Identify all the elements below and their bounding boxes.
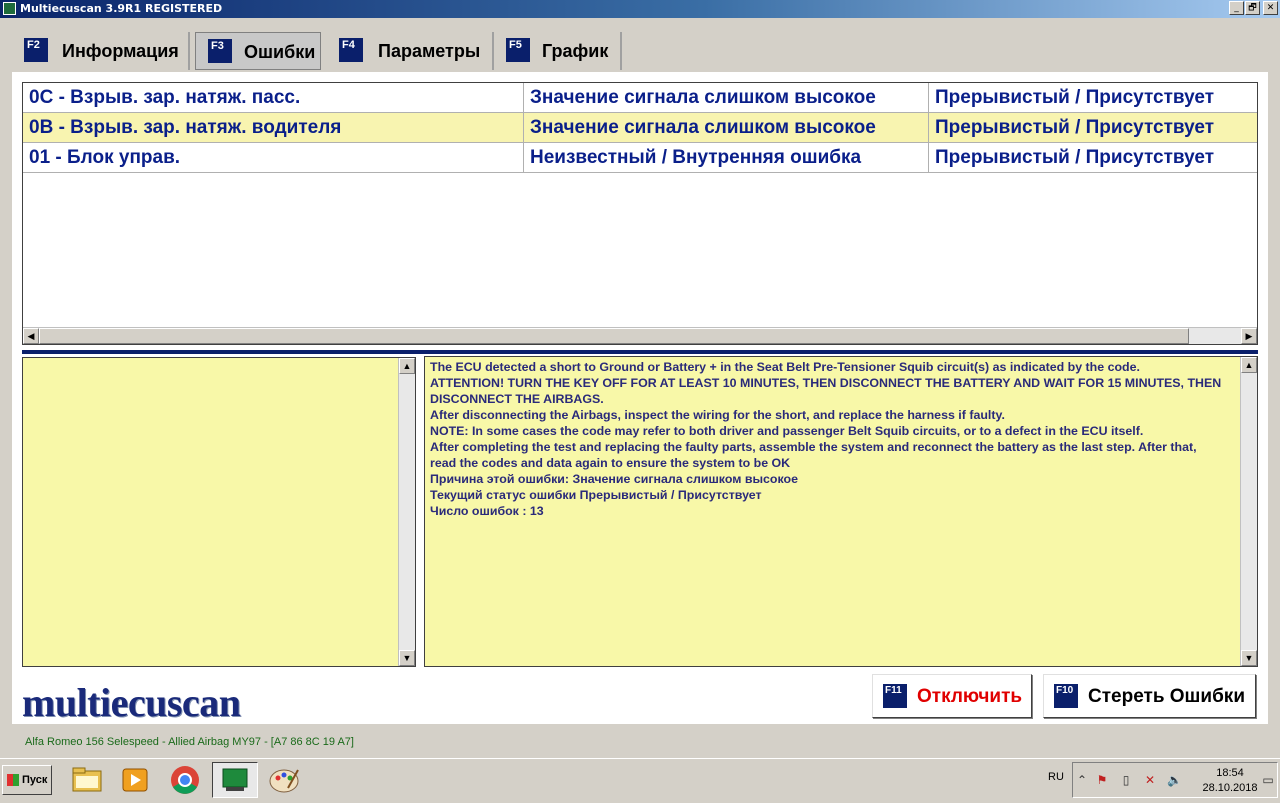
show-desktop-icon[interactable]: ▭ <box>1261 773 1275 787</box>
detail-line: ATTENTION! TURN THE KEY OFF FOR AT LEAST… <box>430 376 1225 406</box>
fault-details-text: The ECU detected a short to Ground or Ba… <box>430 359 1222 519</box>
scroll-up-icon[interactable]: ▲ <box>399 358 415 374</box>
detail-line: Число ошибок : 13 <box>430 504 544 518</box>
info-panel: ▲ ▼ <box>22 357 416 667</box>
tab-graph[interactable]: F5 График <box>494 32 622 70</box>
fault-description: Значение сигнала слишком высокое <box>524 113 929 142</box>
scroll-right-icon[interactable]: ▶ <box>1241 328 1257 344</box>
scroll-down-icon[interactable]: ▼ <box>399 650 415 666</box>
tab-key-f4: F4 <box>339 38 363 62</box>
clock[interactable]: 18:54 28.10.2018 <box>1199 766 1261 796</box>
windows-flag-icon <box>7 774 19 786</box>
minimize-button[interactable]: _ <box>1229 1 1244 15</box>
system-tray: ⌃ ⚑ ▯ ✕ 🔈 18:54 28.10.2018 ▭ <box>1072 762 1278 798</box>
taskbar-explorer[interactable] <box>64 762 110 798</box>
disconnect-label: Отключить <box>917 686 1023 707</box>
action-center-icon[interactable]: ⚑ <box>1095 773 1109 787</box>
taskbar-chrome[interactable] <box>162 762 208 798</box>
fault-table: 0C - Взрыв. зар. натяж. пасс. Значение с… <box>22 82 1258 345</box>
tab-bar: F2 Информация F3 Ошибки F4 Параметры F5 … <box>12 28 1268 72</box>
taskbar: Пуск RU ⌃ ⚑ ▯ ✕ 🔈 18:54 28.10.2018 ▭ <box>0 758 1280 801</box>
clock-time: 18:54 <box>1216 767 1244 779</box>
tab-label: Параметры <box>378 41 481 61</box>
multiecuscan-logo: multiecuscan <box>22 680 241 725</box>
status-bar: Alfa Romeo 156 Selespeed - Allied Airbag… <box>0 733 1280 753</box>
volume-icon[interactable]: 🔈 <box>1167 773 1182 787</box>
detail-line: The ECU detected a short to Ground or Ba… <box>430 360 1140 374</box>
taskbar-multiecuscan[interactable] <box>212 762 258 798</box>
fault-code: 0C - Взрыв. зар. натяж. пасс. <box>23 83 524 112</box>
media-player-icon <box>122 768 148 792</box>
start-label: Пуск <box>22 774 48 786</box>
scroll-up-icon[interactable]: ▲ <box>1241 357 1257 373</box>
vehicle-status: Alfa Romeo 156 Selespeed - Allied Airbag… <box>25 736 354 748</box>
paint-icon <box>269 769 299 793</box>
multiecuscan-icon <box>222 768 248 791</box>
fault-description: Неизвестный / Внутренняя ошибка <box>524 143 929 172</box>
tab-information[interactable]: F2 Информация <box>12 32 190 70</box>
fault-status: Прерывистый / Присутствует <box>935 147 1215 168</box>
vertical-scrollbar[interactable]: ▲ ▼ <box>1240 357 1257 666</box>
fault-details-panel: The ECU detected a short to Ground or Ba… <box>424 356 1258 667</box>
detail-line: After completing the test and replacing … <box>430 440 1201 470</box>
detail-line: After disconnecting the Airbags, inspect… <box>430 408 1005 422</box>
fault-row[interactable]: 0B - Взрыв. зар. натяж. водителя Значени… <box>23 113 1257 143</box>
button-key-f10: F10 <box>1054 684 1078 708</box>
tab-key-f3: F3 <box>208 39 232 63</box>
fault-description: Значение сигнала слишком высокое <box>524 83 929 112</box>
tab-label: Ошибки <box>244 42 316 62</box>
button-key-f11: F11 <box>883 684 907 708</box>
scroll-down-icon[interactable]: ▼ <box>1241 650 1257 666</box>
tab-key-f5: F5 <box>506 38 530 62</box>
fault-row[interactable]: 01 - Блок управ. Неизвестный / Внутрення… <box>23 143 1257 173</box>
taskbar-media-player[interactable] <box>112 762 158 798</box>
tab-label: Информация <box>62 41 179 61</box>
detail-line: NOTE: In some cases the code may refer t… <box>430 424 1144 438</box>
tab-key-f2: F2 <box>24 38 48 62</box>
disconnect-button[interactable]: F11 Отключить <box>872 674 1032 718</box>
scroll-left-icon[interactable]: ◀ <box>23 328 39 344</box>
section-divider <box>22 350 1258 354</box>
network-icon[interactable]: ✕ <box>1143 773 1157 787</box>
horizontal-scrollbar[interactable]: ◀ ▶ <box>23 327 1257 344</box>
vertical-scrollbar[interactable]: ▲ ▼ <box>398 358 415 666</box>
fault-code: 01 - Блок управ. <box>23 143 524 172</box>
clock-date: 28.10.2018 <box>1202 782 1258 794</box>
restore-button[interactable]: 🗗 <box>1245 1 1260 15</box>
chrome-icon <box>171 766 199 794</box>
detail-line: Текущий статус ошибки Прерывистый / Прис… <box>430 488 762 502</box>
tab-errors[interactable]: F3 Ошибки <box>195 32 321 70</box>
taskbar-paint[interactable] <box>262 762 308 798</box>
close-button[interactable]: ✕ <box>1263 1 1278 15</box>
fault-row[interactable]: 0C - Взрыв. зар. натяж. пасс. Значение с… <box>23 83 1257 113</box>
main-panel: F2 Информация F3 Ошибки F4 Параметры F5 … <box>12 28 1268 725</box>
fault-status: Прерывистый / Присутствует <box>935 87 1215 108</box>
detail-line: Причина этой ошибки: Значение сигнала сл… <box>430 472 798 486</box>
language-indicator[interactable]: RU <box>1048 771 1064 783</box>
title-bar: Multiecuscan 3.9R1 REGISTERED _ 🗗 ✕ <box>0 0 1280 18</box>
clear-errors-label: Стереть Ошибки <box>1088 686 1246 707</box>
tab-parameters[interactable]: F4 Параметры <box>327 32 494 70</box>
tab-label: График <box>542 41 609 61</box>
start-button[interactable]: Пуск <box>2 765 52 795</box>
show-hidden-icons-icon[interactable]: ⌃ <box>1075 773 1089 787</box>
explorer-icon <box>72 767 102 792</box>
scroll-thumb[interactable] <box>39 328 1189 344</box>
clear-errors-button[interactable]: F10 Стереть Ошибки <box>1043 674 1256 718</box>
app-icon <box>3 2 16 15</box>
fault-status: Прерывистый / Присутствует <box>935 117 1215 138</box>
battery-icon[interactable]: ▯ <box>1119 773 1133 787</box>
fault-code: 0B - Взрыв. зар. натяж. водителя <box>23 113 524 142</box>
window-title: Multiecuscan 3.9R1 REGISTERED <box>20 2 223 15</box>
